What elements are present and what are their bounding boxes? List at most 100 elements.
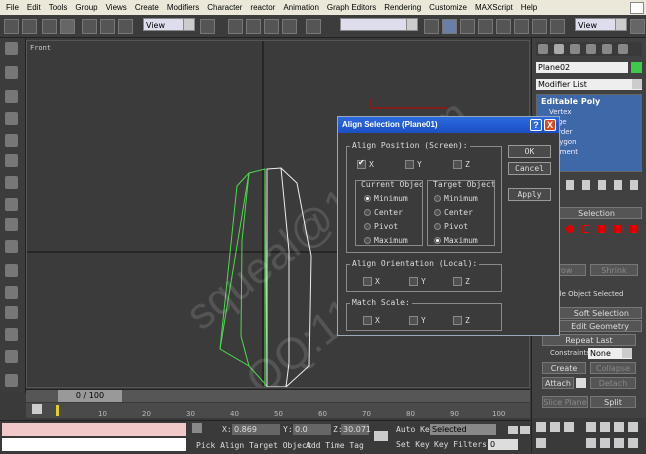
dialog-title-bar[interactable]: Align Selection (Plane01) ? X — [338, 117, 559, 133]
target-center-radio[interactable] — [434, 209, 441, 216]
constraints-dropdown[interactable]: None — [588, 348, 632, 359]
named-selection-icon[interactable] — [306, 19, 321, 34]
scale-x-checkbox[interactable] — [363, 316, 372, 325]
menu-tools[interactable]: Tools — [45, 3, 72, 12]
snap-icon[interactable] — [228, 19, 243, 34]
lock-selection-icon[interactable] — [192, 423, 202, 433]
redo-icon[interactable] — [22, 19, 37, 34]
orientation-x-checkbox[interactable] — [363, 277, 372, 286]
current-frame-field[interactable]: 0 — [488, 439, 518, 450]
make-unique-icon[interactable] — [598, 180, 606, 190]
layer-manager-icon[interactable] — [460, 19, 475, 34]
rotate-icon[interactable] — [100, 19, 115, 34]
help-icon[interactable]: ? — [530, 119, 542, 131]
target-minimum-radio[interactable] — [434, 195, 441, 202]
create-button[interactable]: Create — [542, 362, 586, 374]
material-editor-icon[interactable] — [514, 19, 529, 34]
cancel-button[interactable]: Cancel — [508, 162, 551, 175]
polygon-mode-icon[interactable] — [614, 225, 622, 233]
vertex-mode-icon[interactable] — [566, 225, 574, 233]
position-y-checkbox[interactable] — [405, 160, 414, 169]
named-selection-set-dropdown[interactable] — [340, 18, 418, 31]
menu-views[interactable]: Views — [102, 3, 131, 12]
orientation-y-checkbox[interactable] — [409, 277, 418, 286]
curve-editor-icon[interactable] — [478, 19, 493, 34]
schematic-view-icon[interactable] — [496, 19, 511, 34]
menu-edit[interactable]: Edit — [23, 3, 45, 12]
object-color-swatch[interactable] — [631, 62, 642, 73]
modifier-list-dropdown[interactable]: Modifier List — [536, 79, 642, 90]
target-pivot-radio[interactable] — [434, 223, 441, 230]
slice-plane-button[interactable]: Slice Plane — [542, 396, 588, 408]
scale-y-checkbox[interactable] — [409, 316, 418, 325]
current-minimum-radio[interactable] — [364, 195, 371, 202]
window-control-icon[interactable] — [630, 1, 644, 14]
zoom-extents-all-icon[interactable] — [628, 422, 638, 432]
time-slider[interactable]: 0 / 100 — [26, 389, 530, 402]
menu-group[interactable]: Group — [71, 3, 101, 12]
key-icon[interactable] — [374, 431, 388, 441]
space-warp-icon[interactable] — [5, 240, 18, 253]
camera-icon[interactable] — [5, 176, 18, 189]
menu-reactor[interactable]: reactor — [246, 3, 279, 12]
y-coord-field[interactable]: 0.0 — [293, 424, 331, 435]
mini-curve-editor-icon[interactable] — [32, 404, 42, 414]
time-slider-thumb[interactable]: 0 / 100 — [58, 390, 122, 402]
stack-root-item[interactable]: Editable Poly — [541, 97, 600, 106]
maximize-viewport-icon[interactable] — [628, 438, 638, 448]
stack-vertex[interactable]: Vertex — [549, 108, 572, 116]
add-time-tag[interactable]: Add Time Tag — [306, 441, 364, 450]
arc-rotate-icon[interactable] — [614, 438, 624, 448]
z-coord-field[interactable]: 30.071 — [341, 424, 371, 435]
menu-maxscript[interactable]: MAXScript — [471, 3, 517, 12]
attach-button[interactable]: Attach — [542, 377, 574, 389]
set-key-button[interactable]: Set Key — [396, 440, 430, 449]
spinner-snap-icon[interactable] — [282, 19, 297, 34]
collapse-button[interactable]: Collapse — [590, 362, 636, 374]
menu-character[interactable]: Character — [203, 3, 246, 12]
orientation-z-checkbox[interactable] — [453, 277, 462, 286]
particle-icon[interactable] — [5, 374, 18, 387]
box-primitive-icon[interactable] — [5, 66, 18, 79]
menu-customize[interactable]: Customize — [425, 3, 471, 12]
render-type-dropdown[interactable]: View — [575, 18, 627, 31]
utilities-icon[interactable] — [5, 350, 18, 363]
apply-button[interactable]: Apply — [508, 188, 551, 201]
helper-icon[interactable] — [5, 218, 18, 231]
zoom-all-icon[interactable] — [600, 422, 610, 432]
percent-snap-icon[interactable] — [264, 19, 279, 34]
menu-file[interactable]: File — [0, 3, 23, 12]
split-button[interactable]: Split — [590, 396, 636, 408]
angle-snap-icon[interactable] — [246, 19, 261, 34]
go-to-end-icon[interactable] — [564, 422, 574, 432]
play-icon[interactable] — [536, 422, 546, 432]
align-icon[interactable] — [442, 19, 457, 34]
pin-stack-icon[interactable] — [566, 180, 574, 190]
attach-list-icon[interactable] — [576, 378, 586, 388]
maxscript-listener-pink[interactable] — [2, 423, 186, 436]
previous-frame-icon[interactable] — [520, 426, 530, 434]
plane-primitive-icon[interactable] — [5, 154, 18, 167]
x-coord-field[interactable]: 0.869 — [232, 424, 280, 435]
modify-tab-icon[interactable] — [554, 44, 564, 54]
zoom-extents-icon[interactable] — [614, 422, 624, 432]
create-tab-icon[interactable] — [538, 44, 548, 54]
link-icon[interactable] — [42, 19, 57, 34]
display-tab-icon[interactable] — [602, 44, 612, 54]
position-x-checkbox[interactable] — [357, 158, 366, 169]
select-object-icon[interactable] — [60, 19, 75, 34]
reference-coordinate-dropdown[interactable]: View — [143, 18, 195, 31]
mirror-icon[interactable] — [424, 19, 439, 34]
remove-modifier-icon[interactable] — [614, 180, 622, 190]
current-maximum-radio[interactable] — [364, 237, 371, 244]
undo-icon[interactable] — [4, 19, 19, 34]
sphere-primitive-icon[interactable] — [5, 90, 18, 103]
motion-tab-icon[interactable] — [586, 44, 596, 54]
menu-modifiers[interactable]: Modifiers — [163, 3, 203, 12]
render-scene-icon[interactable] — [532, 19, 547, 34]
element-mode-icon[interactable] — [630, 225, 638, 233]
pivot-icon[interactable] — [200, 19, 215, 34]
star-shape-icon[interactable] — [5, 134, 18, 147]
field-of-view-icon[interactable] — [586, 438, 596, 448]
go-to-start-icon[interactable] — [508, 426, 518, 434]
